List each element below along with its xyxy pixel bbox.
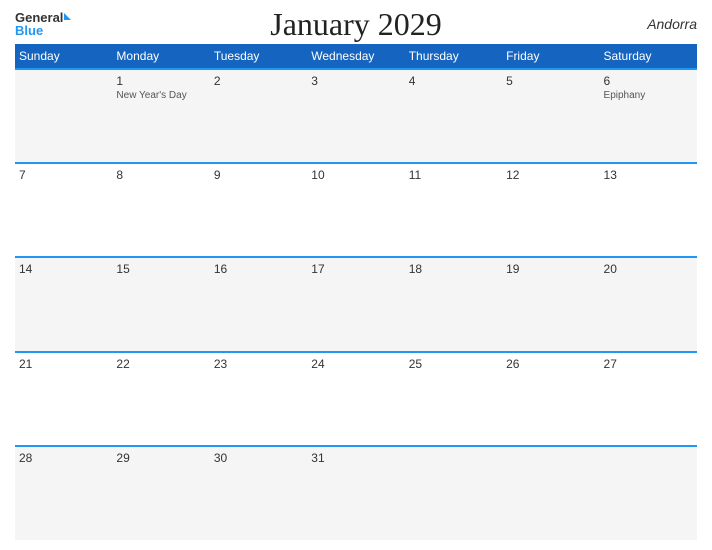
- calendar-cell: [405, 446, 502, 540]
- calendar-cell: 15: [112, 257, 209, 351]
- calendar-cell: 6 Epiphany: [600, 69, 697, 163]
- calendar-cell: 7: [15, 163, 112, 257]
- weekday-header-row: SundayMondayTuesdayWednesdayThursdayFrid…: [15, 44, 697, 69]
- calendar-header: General Blue January 2029 Andorra: [15, 10, 697, 38]
- day-number: 31: [311, 451, 400, 465]
- calendar-table: SundayMondayTuesdayWednesdayThursdayFrid…: [15, 44, 697, 540]
- day-number: 29: [116, 451, 205, 465]
- calendar-week-row: 14 15 16 17 18 19 20: [15, 257, 697, 351]
- calendar-week-row: 1 New Year's Day 23456 Epiphany: [15, 69, 697, 163]
- day-number: 28: [19, 451, 108, 465]
- day-number: 7: [19, 168, 108, 182]
- country-label: Andorra: [647, 16, 697, 32]
- weekday-header-tuesday: Tuesday: [210, 44, 307, 69]
- calendar-cell: 28: [15, 446, 112, 540]
- calendar-cell: 27: [600, 352, 697, 446]
- calendar-cell: 4: [405, 69, 502, 163]
- weekday-header-friday: Friday: [502, 44, 599, 69]
- day-number: 19: [506, 262, 595, 276]
- day-number: 22: [116, 357, 205, 371]
- month-title: January 2029: [270, 6, 442, 43]
- calendar-cell: 2: [210, 69, 307, 163]
- calendar-cell: 8: [112, 163, 209, 257]
- calendar-cell: 30: [210, 446, 307, 540]
- weekday-header-monday: Monday: [112, 44, 209, 69]
- day-number: 11: [409, 168, 498, 182]
- logo-blue-text: Blue: [15, 23, 43, 38]
- day-number: 3: [311, 74, 400, 88]
- day-number: 14: [19, 262, 108, 276]
- weekday-header-thursday: Thursday: [405, 44, 502, 69]
- calendar-cell: 11: [405, 163, 502, 257]
- calendar-cell: 22: [112, 352, 209, 446]
- calendar-cell: 16: [210, 257, 307, 351]
- calendar-cell: 17: [307, 257, 404, 351]
- day-number: 16: [214, 262, 303, 276]
- calendar-cell: 18: [405, 257, 502, 351]
- calendar-cell: 10: [307, 163, 404, 257]
- calendar-cell: 3: [307, 69, 404, 163]
- calendar-cell: 13: [600, 163, 697, 257]
- weekday-header-saturday: Saturday: [600, 44, 697, 69]
- calendar-cell: 25: [405, 352, 502, 446]
- day-number: 9: [214, 168, 303, 182]
- logo-triangle-icon: [64, 13, 71, 20]
- calendar-cell: 29: [112, 446, 209, 540]
- weekday-header-sunday: Sunday: [15, 44, 112, 69]
- calendar-week-row: 28 29 30 31: [15, 446, 697, 540]
- day-number: 20: [604, 262, 693, 276]
- holiday-label: Epiphany: [604, 90, 693, 101]
- calendar-cell: 26: [502, 352, 599, 446]
- calendar-cell: 21: [15, 352, 112, 446]
- calendar-week-row: 21 22 23 24 25 26 27: [15, 352, 697, 446]
- calendar-cell: 1 New Year's Day: [112, 69, 209, 163]
- day-number: 24: [311, 357, 400, 371]
- calendar-cell: 5: [502, 69, 599, 163]
- weekday-header-wednesday: Wednesday: [307, 44, 404, 69]
- day-number: 1: [116, 74, 205, 88]
- day-number: 8: [116, 168, 205, 182]
- day-number: 4: [409, 74, 498, 88]
- day-number: 27: [604, 357, 693, 371]
- day-number: 21: [19, 357, 108, 371]
- calendar-cell: [502, 446, 599, 540]
- day-number: 12: [506, 168, 595, 182]
- day-number: 25: [409, 357, 498, 371]
- calendar-cell: 12: [502, 163, 599, 257]
- day-number: 6: [604, 74, 693, 88]
- day-number: 13: [604, 168, 693, 182]
- calendar-week-row: 789 10 11 12 13: [15, 163, 697, 257]
- calendar-container: General Blue January 2029 Andorra Sunday…: [0, 0, 712, 550]
- day-number: 2: [214, 74, 303, 88]
- calendar-cell: 24: [307, 352, 404, 446]
- day-number: 26: [506, 357, 595, 371]
- calendar-cell: 9: [210, 163, 307, 257]
- calendar-cell: 14: [15, 257, 112, 351]
- day-number: 30: [214, 451, 303, 465]
- day-number: 5: [506, 74, 595, 88]
- calendar-cell: [600, 446, 697, 540]
- calendar-cell: 23: [210, 352, 307, 446]
- day-number: 23: [214, 357, 303, 371]
- day-number: 17: [311, 262, 400, 276]
- day-number: 15: [116, 262, 205, 276]
- day-number: 18: [409, 262, 498, 276]
- day-number: 10: [311, 168, 400, 182]
- logo: General Blue: [15, 10, 71, 38]
- calendar-cell: 19: [502, 257, 599, 351]
- calendar-cell: 20: [600, 257, 697, 351]
- calendar-cell: [15, 69, 112, 163]
- holiday-label: New Year's Day: [116, 90, 205, 101]
- calendar-cell: 31: [307, 446, 404, 540]
